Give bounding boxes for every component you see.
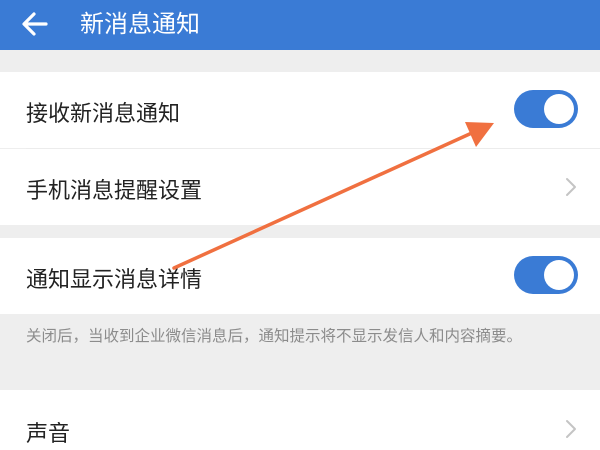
chevron-right-icon xyxy=(566,420,576,438)
back-arrow-icon[interactable] xyxy=(20,9,50,39)
app-header: 新消息通知 xyxy=(0,0,600,50)
show-details-label: 通知显示消息详情 xyxy=(26,268,203,293)
page-title: 新消息通知 xyxy=(80,10,200,38)
annotation-arrow-icon xyxy=(172,122,494,270)
show-details-row: 通知显示消息详情 xyxy=(0,238,600,314)
details-description: 关闭后，当收到企业微信消息后，通知提示将不显示发信人和内容摘要。 xyxy=(26,327,523,345)
phone-reminder-label: 手机消息提醒设置 xyxy=(26,179,203,204)
chevron-right-icon xyxy=(566,178,576,196)
receive-notifications-toggle[interactable] xyxy=(514,90,578,128)
phone-reminder-row[interactable]: 手机消息提醒设置 xyxy=(0,149,600,225)
toggle-knob xyxy=(544,94,574,124)
sound-row[interactable]: 声音 xyxy=(0,390,600,450)
toggle-knob xyxy=(544,260,574,290)
receive-notifications-row: 接收新消息通知 xyxy=(0,72,600,148)
receive-notifications-label: 接收新消息通知 xyxy=(26,102,181,127)
show-details-toggle[interactable] xyxy=(514,256,578,294)
sound-label: 声音 xyxy=(26,422,71,447)
